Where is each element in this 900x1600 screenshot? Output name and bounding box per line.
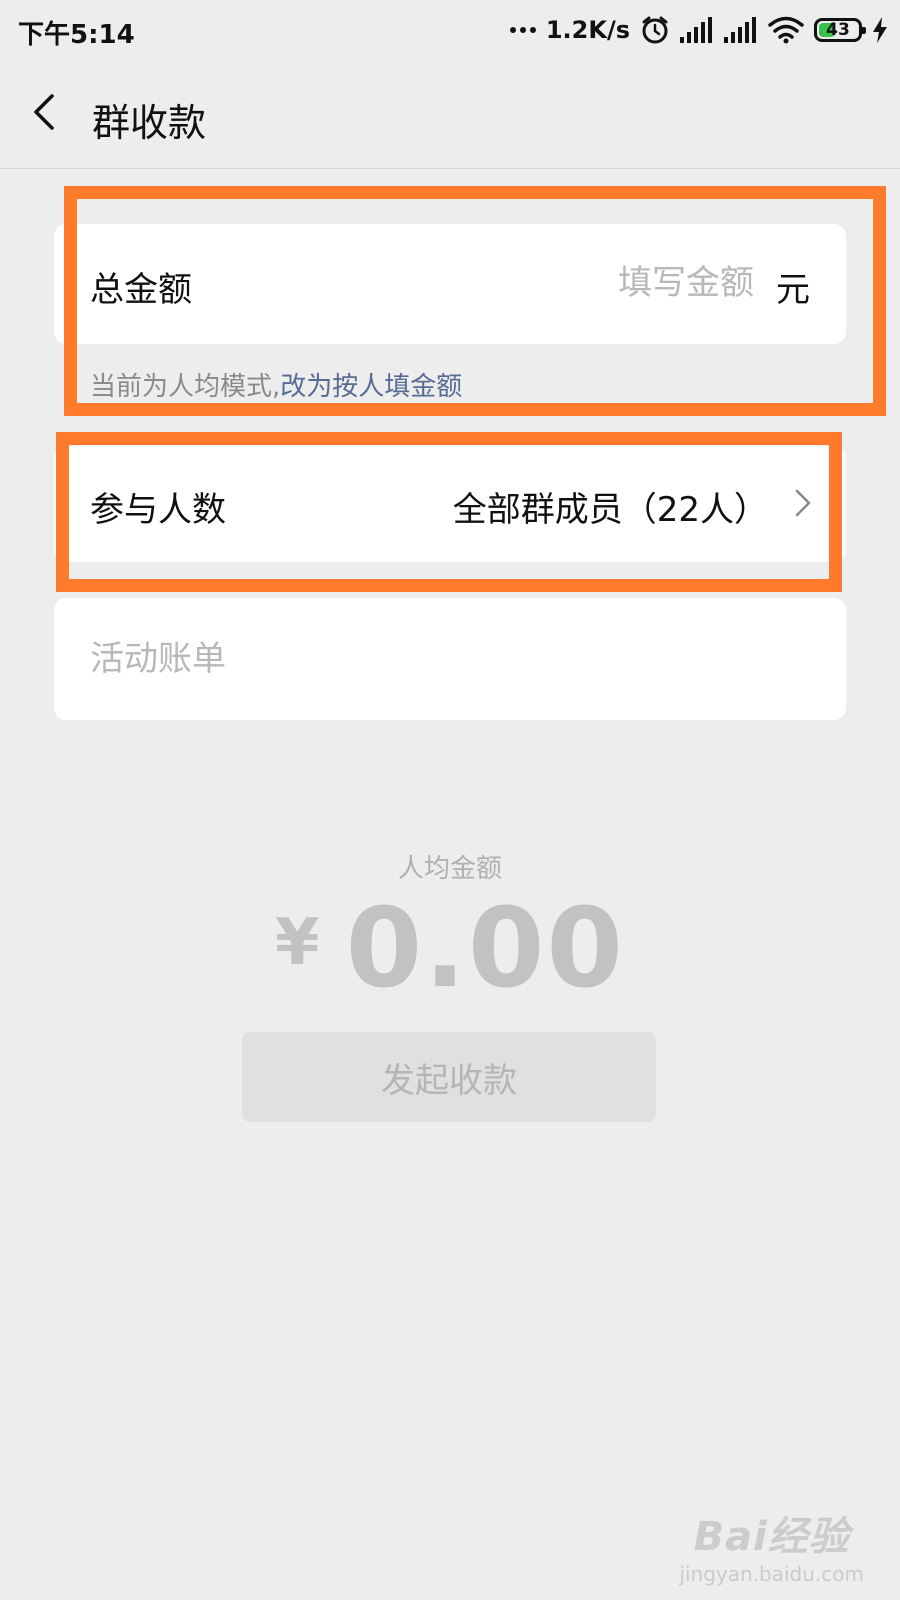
mode-hint-text: 当前为人均模式,: [90, 372, 281, 402]
per-person-amount: ¥0.00: [0, 884, 900, 1012]
per-person-value: 0.00: [345, 884, 625, 1012]
watermark-logo: Bai经验: [693, 1514, 850, 1560]
chevron-right-icon: [795, 489, 811, 517]
baidu-watermark: Bai经验 jingyan.baidu.com: [679, 1504, 864, 1586]
back-arrow-icon[interactable]: [24, 88, 68, 136]
page-title: 群收款: [92, 101, 207, 145]
status-time: 下午5:14: [18, 20, 135, 50]
participants-value: 全部群成员（22人）: [452, 490, 768, 530]
activity-bill-card[interactable]: [54, 598, 846, 720]
switch-mode-link[interactable]: 改为按人填金额: [280, 372, 462, 402]
battery-icon: 43: [814, 18, 866, 42]
alarm-icon: [642, 16, 668, 44]
signal-icon-2: [724, 17, 756, 43]
participants-row[interactable]: 参与人数 全部群成员（22人）: [54, 446, 846, 562]
status-bar: 下午5:14 1.2K/s 43: [0, 0, 900, 60]
activity-bill-input[interactable]: [90, 632, 790, 686]
total-amount-label: 总金额: [90, 270, 192, 310]
currency-symbol: ¥: [275, 906, 320, 980]
mode-hint: 当前为人均模式,改为按人填金额: [90, 366, 462, 403]
signal-icon: [680, 17, 712, 43]
watermark-url: jingyan.baidu.com: [679, 1562, 864, 1586]
start-collection-button[interactable]: 发起收款: [242, 1032, 656, 1122]
charging-icon: [873, 17, 887, 43]
amount-input[interactable]: [514, 258, 754, 308]
network-speed: 1.2K/s: [545, 16, 630, 44]
currency-unit-label: 元: [776, 270, 810, 310]
wifi-icon: [768, 16, 804, 44]
participants-label: 参与人数: [90, 490, 226, 530]
nav-header: 群收款: [0, 60, 900, 169]
status-icons: 1.2K/s 43: [509, 12, 888, 48]
per-person-label: 人均金额: [397, 854, 502, 884]
total-amount-card[interactable]: 总金额 元: [54, 224, 846, 344]
more-dots-icon: [509, 27, 536, 33]
battery-percent: 43: [826, 20, 850, 40]
